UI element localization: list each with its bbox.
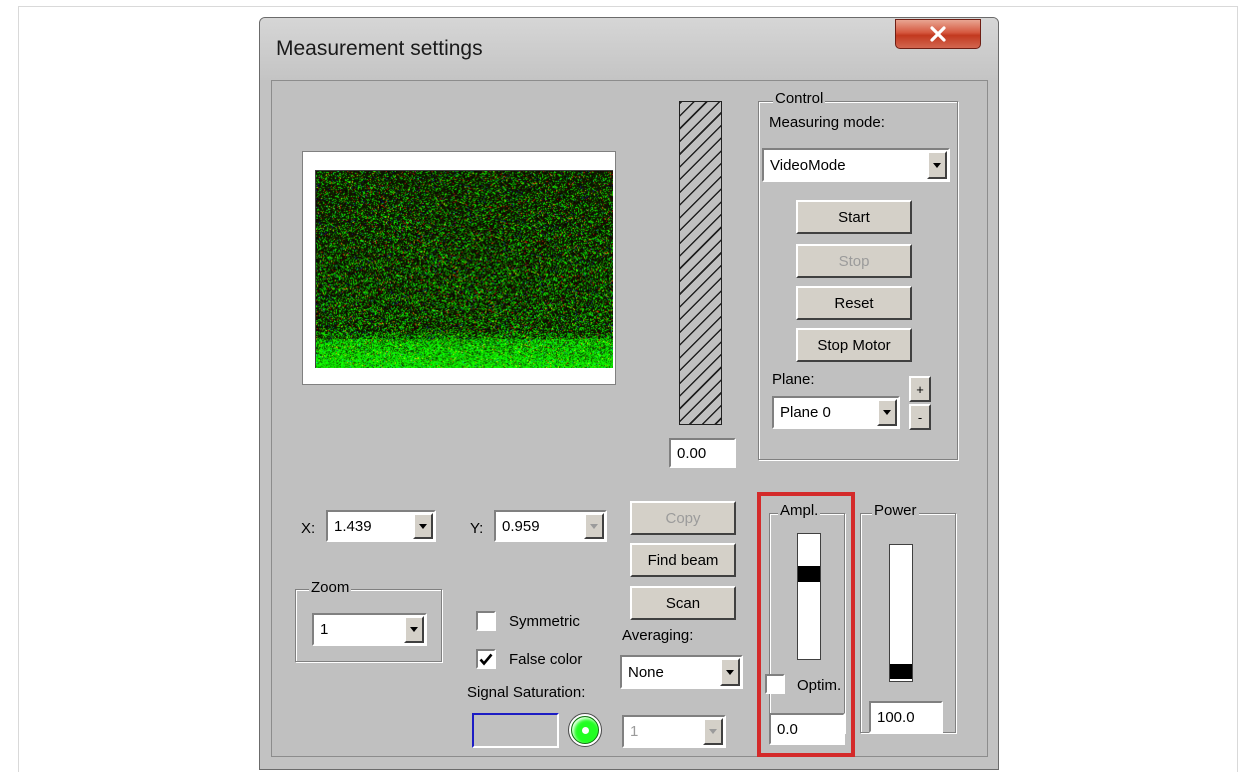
close-button[interactable] [895, 19, 981, 49]
start-button[interactable]: Start [796, 200, 912, 234]
averaging-count-dropdown-button[interactable] [703, 718, 723, 745]
find-beam-button[interactable]: Find beam [630, 543, 736, 577]
plane-select[interactable]: Plane 0 [772, 396, 900, 429]
chevron-down-icon [419, 523, 427, 529]
x-coordinate-select[interactable]: 1.439 [326, 510, 436, 542]
zoom-group-legend: Zoom [309, 579, 352, 596]
x-label: X: [301, 520, 316, 537]
checkmark-icon [479, 653, 493, 666]
y-label: Y: [470, 520, 484, 537]
plane-increment-button[interactable]: + [909, 376, 931, 402]
averaging-label: Averaging: [622, 627, 694, 644]
measuring-mode-select[interactable]: VideoMode [762, 148, 950, 182]
measuring-mode-value: VideoMode [770, 156, 846, 174]
signal-saturation-bar [472, 713, 559, 748]
scan-button[interactable]: Scan [630, 586, 736, 620]
averaging-count-value: 1 [630, 723, 639, 740]
averaging-count-select[interactable]: 1 [622, 715, 726, 748]
beam-preview-frame [302, 151, 616, 385]
zoom-dropdown-button[interactable] [404, 616, 424, 643]
false-color-label: False color [509, 651, 583, 668]
measuring-mode-dropdown-button[interactable] [927, 151, 947, 179]
chevron-down-icon [410, 627, 418, 632]
beam-preview-image[interactable] [315, 170, 613, 368]
y-dropdown-button[interactable] [584, 513, 604, 539]
dialog-client-area: 0.00 Control Measuring mode: VideoMode S… [271, 80, 988, 757]
reset-button[interactable]: Reset [796, 286, 912, 320]
y-coordinate-value: 0.959 [502, 517, 540, 535]
stop-button[interactable]: Stop [796, 244, 912, 278]
chevron-down-icon [709, 729, 717, 734]
plane-label: Plane: [772, 371, 815, 388]
chevron-down-icon [590, 523, 598, 529]
plane-decrement-button[interactable]: - [909, 404, 931, 430]
signal-status-led [568, 713, 602, 747]
chevron-down-icon [933, 162, 941, 168]
y-coordinate-select[interactable]: 0.959 [494, 510, 607, 542]
power-slider[interactable] [889, 544, 913, 682]
signal-led-light [571, 716, 599, 744]
x-coordinate-value: 1.439 [334, 517, 372, 535]
ampl-highlight-box [757, 492, 855, 757]
plane-dropdown-button[interactable] [877, 399, 897, 426]
averaging-dropdown-button[interactable] [720, 658, 740, 686]
signal-saturation-label: Signal Saturation: [467, 684, 586, 701]
false-color-checkbox[interactable] [476, 649, 496, 669]
power-group-legend: Power [872, 502, 919, 519]
intensity-value-field[interactable]: 0.00 [669, 438, 736, 468]
control-group-legend: Control [773, 90, 826, 107]
close-icon [930, 26, 946, 42]
intensity-bar [679, 101, 722, 425]
stop-motor-button[interactable]: Stop Motor [796, 328, 912, 362]
measurement-settings-window: Measurement settings 0.00 Control Measur… [259, 17, 999, 770]
averaging-value: None [628, 663, 664, 681]
zoom-value: 1 [320, 621, 329, 638]
chevron-down-icon [883, 410, 891, 415]
averaging-select[interactable]: None [620, 655, 743, 689]
chevron-down-icon [726, 669, 734, 675]
symmetric-label: Symmetric [509, 613, 580, 630]
plane-value: Plane 0 [780, 404, 831, 421]
copy-button[interactable]: Copy [630, 501, 736, 535]
x-dropdown-button[interactable] [413, 513, 433, 539]
symmetric-checkbox[interactable] [476, 611, 496, 631]
zoom-select[interactable]: 1 [312, 613, 427, 646]
measuring-mode-label: Measuring mode: [769, 114, 885, 131]
power-slider-thumb[interactable] [890, 664, 912, 679]
title-bar[interactable]: Measurement settings [260, 18, 998, 80]
power-value-field[interactable]: 100.0 [869, 701, 943, 733]
window-title: Measurement settings [276, 37, 483, 60]
